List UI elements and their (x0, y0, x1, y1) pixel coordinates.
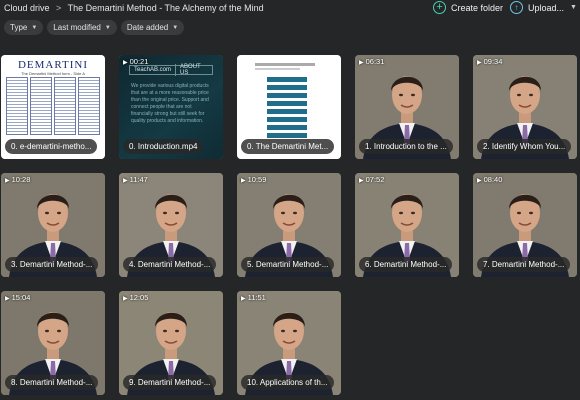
play-icon: ▶ (123, 296, 128, 302)
file-name: 6. Demartini Method-... (359, 257, 453, 272)
play-icon: ▶ (5, 296, 10, 302)
file-name: 0. e-demartini-metho... (5, 139, 98, 154)
file-name: 7. Demartini Method-... (477, 257, 571, 272)
file-tile[interactable]: ▶ 10:59 5. Demartini Method-... (237, 173, 341, 277)
file-tile[interactable]: ▶ 12:05 9. Demartini Method-... (119, 291, 223, 395)
filter-type-label: Type (10, 23, 28, 32)
site-name: TeachAB.com (134, 67, 172, 73)
chevron-down-icon: ▼ (104, 24, 111, 31)
video-duration: ▶ 00:21 (123, 57, 148, 66)
file-tile[interactable]: ▶ 06:31 1. Introduction to the ... (355, 55, 459, 159)
file-tile[interactable]: ▶ 11:47 4. Demartini Method-... (119, 173, 223, 277)
duration-text: 00:21 (129, 57, 149, 66)
video-duration: ▶ 11:51 (241, 293, 266, 302)
video-duration: ▶ 06:31 (359, 57, 384, 66)
duration-text: 11:51 (247, 293, 266, 302)
file-name: 2. Identify Whom You... (477, 139, 572, 154)
duration-text: 08:40 (483, 175, 503, 184)
plus-circle-icon: + (433, 1, 446, 14)
duration-text: 07:52 (365, 175, 385, 184)
doc-subtitle: The Demartini Method form - Side A (21, 71, 85, 76)
file-name: 3. Demartini Method-... (5, 257, 99, 272)
play-icon: ▶ (241, 296, 246, 302)
breadcrumb-separator: > (56, 3, 62, 13)
file-name: 9. Demartini Method-... (123, 375, 217, 390)
create-folder-button[interactable]: + Create folder (433, 1, 503, 14)
play-icon: ▶ (477, 60, 482, 66)
video-duration: ▶ 10:28 (5, 175, 30, 184)
play-icon: ▶ (359, 178, 364, 184)
play-icon: ▶ (359, 60, 364, 66)
file-tile[interactable]: ▶ 15:04 8. Demartini Method-... (1, 291, 105, 395)
duration-text: 12:05 (129, 293, 149, 302)
file-name: 0. The Demartini Met... (241, 139, 335, 154)
video-duration: ▶ 11:47 (123, 175, 148, 184)
duration-text: 09:34 (483, 57, 503, 66)
file-tile[interactable]: ▶ 11:51 10. Applications of th... (237, 291, 341, 395)
file-name: 0. Introduction.mp4 (123, 139, 204, 154)
top-bar: Cloud drive > The Demartini Method - The… (0, 0, 580, 18)
file-tile[interactable]: ▶ 10:28 3. Demartini Method-... (1, 173, 105, 277)
upload-arrow-icon: ↑ (510, 1, 523, 14)
duration-text: 10:59 (247, 175, 267, 184)
video-duration: ▶ 09:34 (477, 57, 502, 66)
video-duration: ▶ 15:04 (5, 293, 30, 302)
file-tile[interactable]: ▶ 08:40 7. Demartini Method-... (473, 173, 577, 277)
video-duration: ▶ 08:40 (477, 175, 502, 184)
file-name: 10. Applications of th... (241, 375, 334, 390)
chevron-down-icon: ▼ (570, 4, 577, 11)
breadcrumb-current: The Demartini Method - The Alchemy of th… (67, 3, 264, 13)
play-icon: ▶ (123, 178, 128, 184)
file-tile[interactable]: 0. The Demartini Met... (237, 55, 341, 159)
breadcrumb: Cloud drive > The Demartini Method - The… (4, 3, 264, 13)
video-duration: ▶ 10:59 (241, 175, 266, 184)
file-tile[interactable]: DEMARTINI The Demartini Method form - Sid… (1, 55, 105, 159)
play-icon: ▶ (241, 178, 246, 184)
upload-label: Upload... (528, 2, 565, 13)
site-text: We provide various digital products that… (131, 83, 209, 124)
breadcrumb-root[interactable]: Cloud drive (4, 3, 50, 13)
video-duration: ▶ 12:05 (123, 293, 148, 302)
duration-text: 10:28 (11, 175, 31, 184)
play-icon: ▶ (123, 60, 128, 66)
doc-title: DEMARTINI (17, 59, 89, 71)
video-duration: ▶ 07:52 (359, 175, 384, 184)
duration-text: 06:31 (365, 57, 385, 66)
filter-bar: Type ▼ Last modified ▼ Date added ▼ (0, 20, 185, 36)
site-menu: ABOUT US (175, 64, 212, 76)
chevron-down-icon: ▼ (172, 24, 179, 31)
chevron-down-icon: ▼ (31, 24, 38, 31)
filter-last-modified-label: Last modified (53, 23, 101, 32)
filter-date-added-label: Date added (126, 23, 169, 32)
play-icon: ▶ (5, 178, 10, 184)
filter-date-added[interactable]: Date added ▼ (120, 20, 185, 35)
duration-text: 15:04 (11, 293, 31, 302)
file-tile[interactable]: ▶ 09:34 2. Identify Whom You... (473, 55, 577, 159)
file-tile[interactable]: TeachAB.com ABOUT US We provide various di… (119, 55, 223, 159)
filter-type[interactable]: Type ▼ (4, 20, 44, 35)
file-tile[interactable]: ▶ 07:52 6. Demartini Method-... (355, 173, 459, 277)
file-name: 1. Introduction to the ... (359, 139, 453, 154)
upload-button[interactable]: ↑ Upload... ▼ (510, 1, 577, 14)
file-name: 5. Demartini Method-... (241, 257, 335, 272)
duration-text: 11:47 (129, 175, 148, 184)
file-name: 8. Demartini Method-... (5, 375, 99, 390)
create-folder-label: Create folder (451, 2, 504, 13)
filter-last-modified[interactable]: Last modified ▼ (47, 20, 117, 35)
play-icon: ▶ (477, 178, 482, 184)
file-name: 4. Demartini Method-... (123, 257, 217, 272)
